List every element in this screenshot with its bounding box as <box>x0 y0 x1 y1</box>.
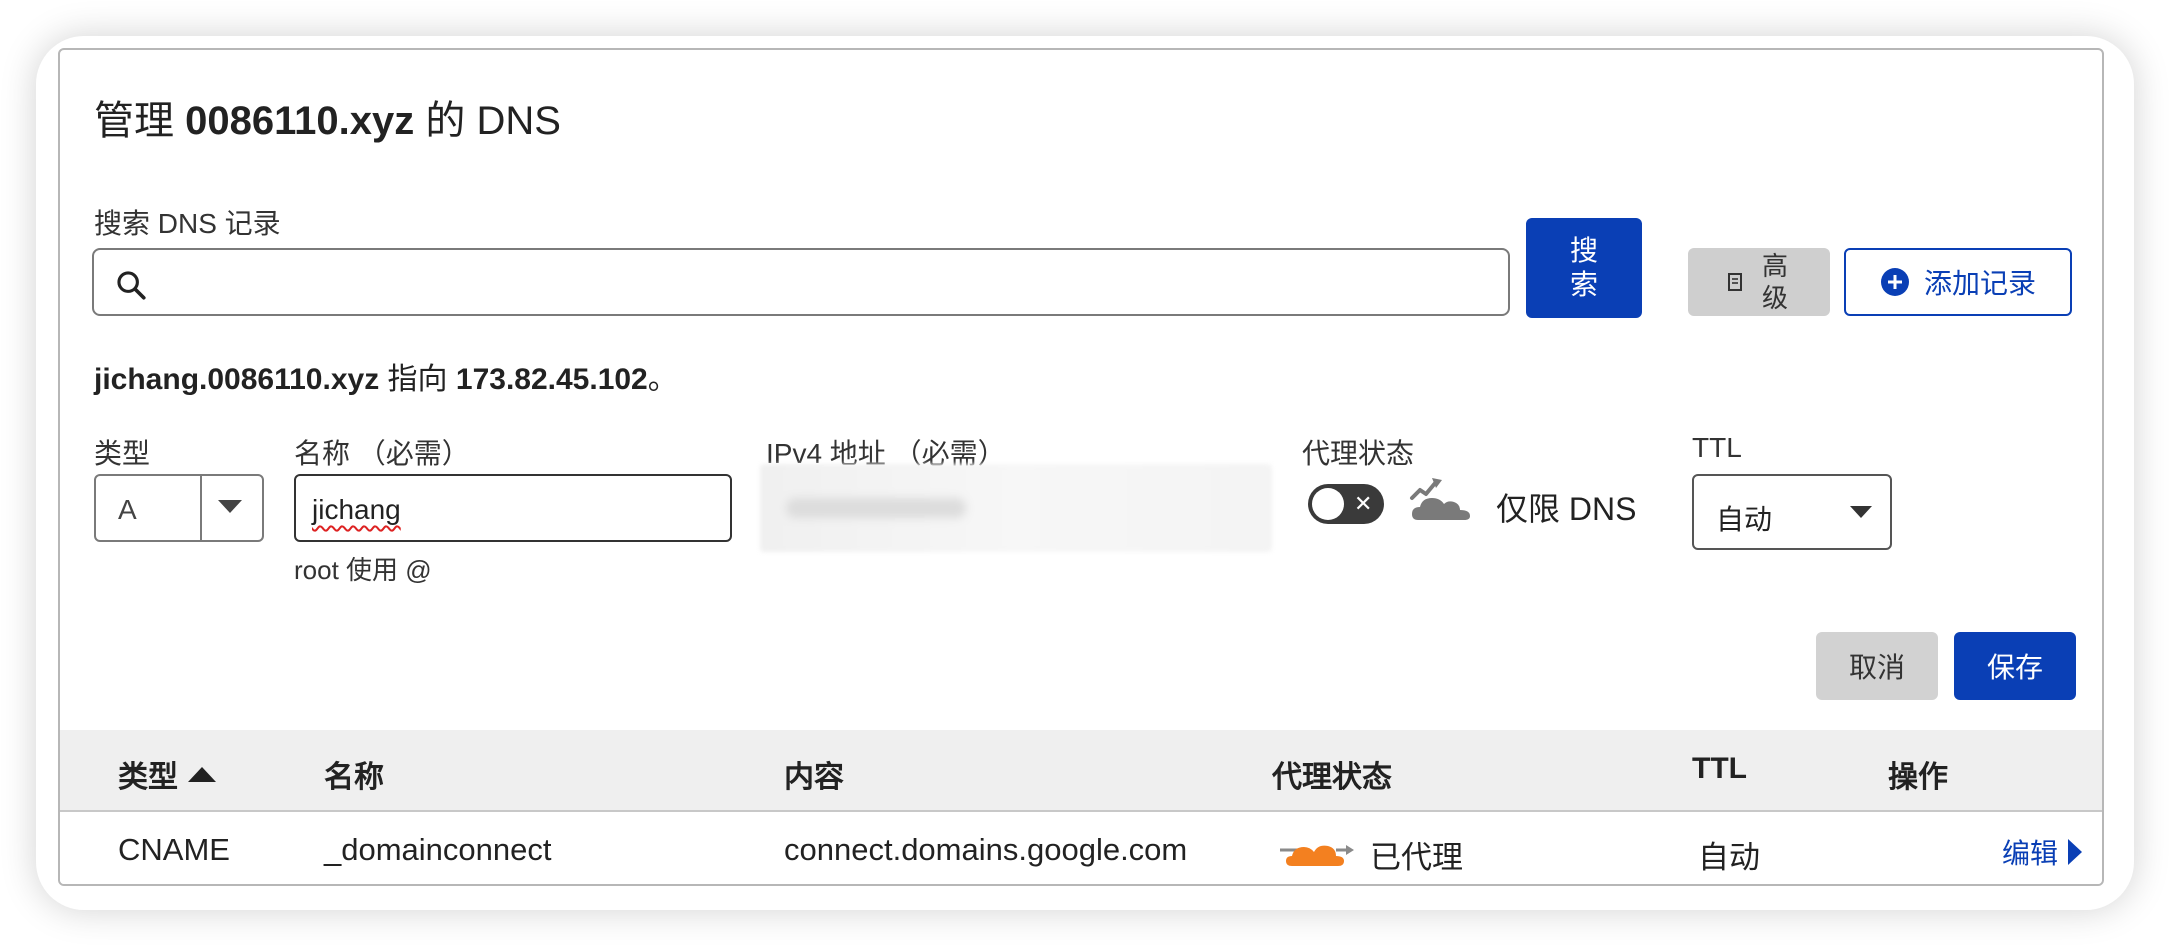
cell-ttl: 自动 <box>1698 840 1760 875</box>
chevron-down-icon <box>218 500 242 513</box>
name-value: jichang <box>312 494 401 525</box>
blurred-value <box>786 498 966 518</box>
table-row: CNAME _domainconnect connect.domains.goo… <box>60 812 2102 884</box>
search-button[interactable]: 搜索 <box>1526 218 1642 318</box>
advanced-label: 高级 <box>1761 251 1788 313</box>
type-value: A <box>118 494 137 525</box>
ttl-label: TTL <box>1692 432 1742 463</box>
save-button[interactable]: 保存 <box>1954 632 2076 700</box>
cell-proxy: 已代理 <box>1370 840 1463 875</box>
sort-asc-icon <box>188 767 216 782</box>
document-icon <box>1728 273 1742 291</box>
column-header-name[interactable]: 名称 <box>324 752 384 796</box>
table-header: 类型 名称 内容 代理状态 TTL 操作 <box>60 730 2102 812</box>
record-summary: jichang.0086110.xyz 指向 173.82.45.102。 <box>94 363 678 396</box>
cell-name: _domainconnect <box>324 832 552 867</box>
cell-type: CNAME <box>118 832 230 867</box>
name-input[interactable]: jichang <box>294 474 732 542</box>
dns-dialog: 管理 0086110.xyz 的 DNS 搜索 DNS 记录 搜索 高级 添加记… <box>58 48 2104 886</box>
proxy-status-text: 仅限 DNS <box>1496 491 1637 527</box>
add-record-label: 添加记录 <box>1923 268 2036 299</box>
cancel-button[interactable]: 取消 <box>1816 632 1938 700</box>
column-header-ttl[interactable]: TTL <box>1692 752 1747 786</box>
cloud-proxied-icon <box>1280 845 1354 866</box>
name-hint: root 使用 @ <box>294 555 432 585</box>
cloud-dns-only-icon <box>1410 478 1470 520</box>
search-input[interactable] <box>164 256 1494 310</box>
dialog-title: 管理 0086110.xyz 的 DNS <box>94 99 561 143</box>
caret-right-icon <box>2068 839 2083 865</box>
ttl-select[interactable]: 自动 <box>1692 474 1892 550</box>
proxy-status-label: 代理状态 <box>1302 438 1415 469</box>
chevron-down-icon <box>1850 506 1872 518</box>
toggle-knob <box>1312 488 1344 520</box>
ipv4-input-blurred[interactable] <box>760 464 1272 552</box>
column-header-content[interactable]: 内容 <box>784 752 844 796</box>
name-label: 名称 （必需） <box>294 438 470 469</box>
advanced-button[interactable]: 高级 <box>1688 248 1830 316</box>
close-icon: ✕ <box>1354 491 1373 516</box>
edit-link[interactable]: 编辑 <box>2002 832 2083 872</box>
search-field[interactable] <box>92 248 1510 316</box>
column-header-actions: 操作 <box>1888 761 1948 794</box>
search-label: 搜索 DNS 记录 <box>94 208 281 239</box>
ttl-value: 自动 <box>1716 504 1773 535</box>
column-header-proxy[interactable]: 代理状态 <box>1272 752 1392 796</box>
plus-circle-icon <box>1880 268 1909 296</box>
search-icon <box>117 271 146 300</box>
type-label: 类型 <box>94 438 151 469</box>
type-select[interactable]: A <box>94 474 264 542</box>
cell-content: connect.domains.google.com <box>784 832 1188 867</box>
select-divider <box>200 476 202 540</box>
proxy-toggle[interactable]: ✕ <box>1308 484 1384 524</box>
column-header-type[interactable]: 类型 <box>118 752 216 796</box>
add-record-button[interactable]: 添加记录 <box>1844 248 2072 316</box>
